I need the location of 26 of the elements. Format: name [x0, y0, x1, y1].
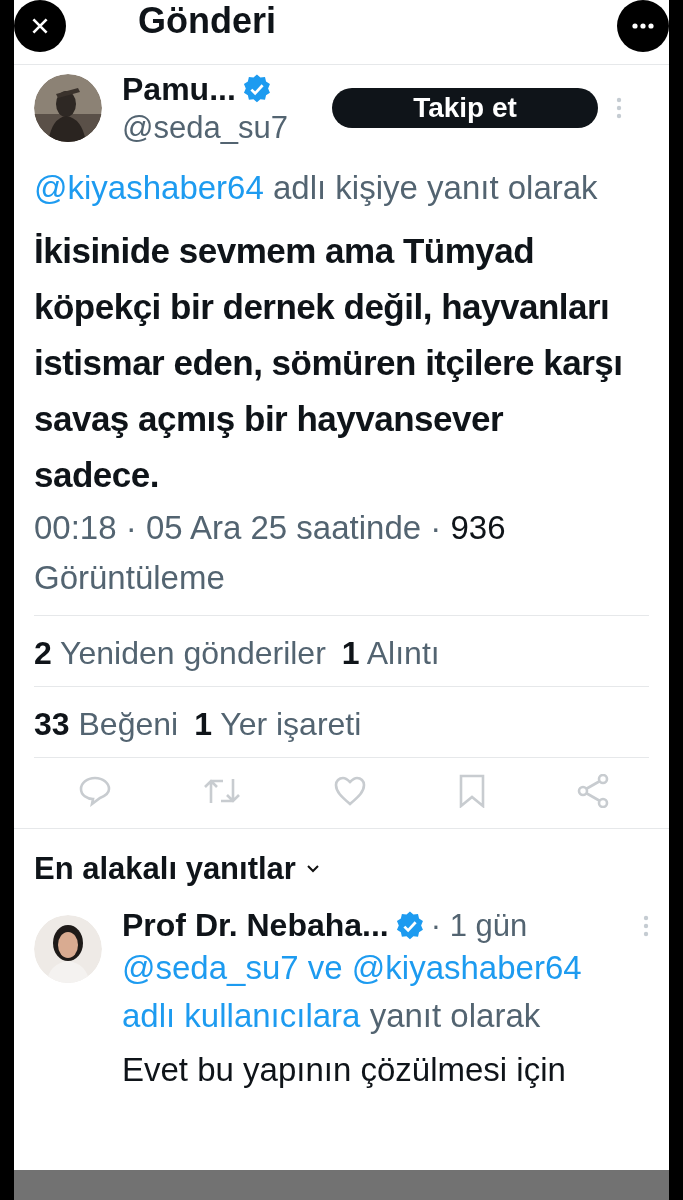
- reply-author-name[interactable]: Prof Dr. Nebaha...: [122, 907, 389, 944]
- page-title: Gönderi: [138, 0, 276, 42]
- chevron-down-icon[interactable]: [305, 864, 320, 874]
- replies-sort-label[interactable]: En alakalı yanıtlar: [34, 851, 296, 887]
- post-text: İkisinide sevmem ama Tümyad köpekçi bir dernek değil, hayvanları istismar eden, sömüren itçilere karşı savaş açmış bir hayvansever sadece.: [34, 230, 624, 496]
- stat-link[interactable]: 2 Yeniden gönderiler: [34, 630, 326, 676]
- stat-link[interactable]: 1 Alıntı: [341, 630, 440, 676]
- more-options-icon[interactable]: [643, 913, 649, 938]
- reply-time: · 1 gün: [430, 907, 528, 944]
- stat-link[interactable]: 1 Yer işareti: [194, 701, 362, 747]
- follow-button[interactable]: Takip et: [332, 88, 598, 128]
- close-button[interactable]: [14, 0, 66, 52]
- more-button[interactable]: [617, 0, 669, 52]
- post-meta: 00:18 · 05 Ara 25 saatinde · 936 Görüntüleme: [34, 508, 507, 598]
- author-handle: @seda_su7: [122, 109, 289, 146]
- author-name[interactable]: Pamu...: [122, 70, 236, 108]
- heart-icon[interactable]: [332, 775, 367, 807]
- reply-context: yanıt olarak: [369, 997, 541, 1034]
- bookmark-icon[interactable]: [457, 774, 486, 808]
- reply-icon[interactable]: [78, 775, 112, 807]
- share-icon[interactable]: [577, 774, 609, 808]
- reply-context: @kiyashaber64 adlı kişiye yanıt olarak: [34, 168, 599, 208]
- more-options-icon[interactable]: [616, 96, 622, 120]
- stat-link[interactable]: 33 Beğeni: [34, 701, 179, 747]
- reply-text: Evet bu yapının çözülmesi için: [122, 1050, 567, 1090]
- more-icon: [631, 22, 655, 30]
